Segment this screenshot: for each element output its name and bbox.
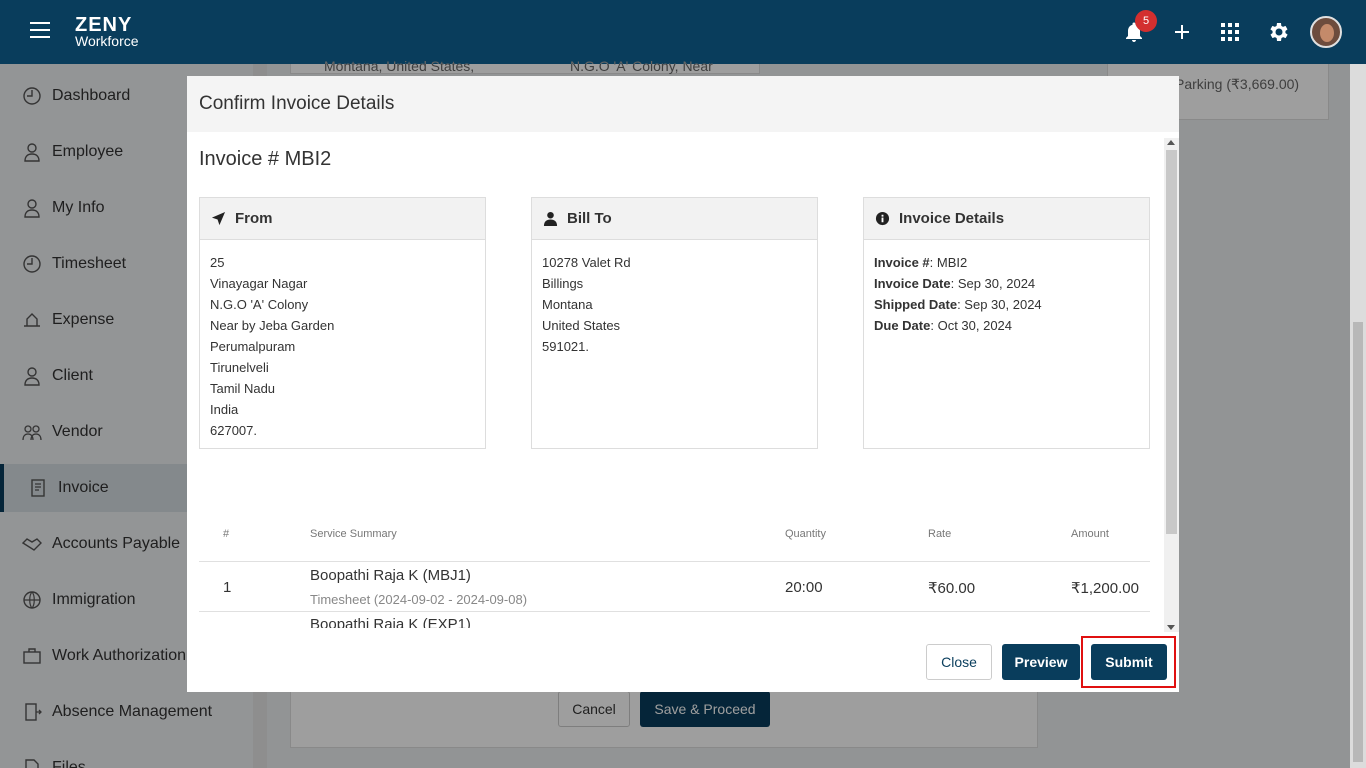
dialog-body: Invoice # MBI2 From 25 Vinayagar Nagar N…	[187, 132, 1179, 628]
address-line: Tirunelveli	[210, 360, 269, 375]
detail-value: : Sep 30, 2024	[950, 276, 1036, 291]
top-app-bar: ZENY Workforce 5	[0, 0, 1366, 64]
dialog-title: Confirm Invoice Details	[199, 93, 395, 114]
row-number: 1	[223, 579, 232, 596]
detail-label: Invoice Date	[874, 276, 951, 291]
invoice-details-list: Invoice #: MBI2 Invoice Date: Sep 30, 20…	[864, 240, 1149, 336]
scrollbar-thumb[interactable]	[1166, 150, 1177, 534]
dialog-scrollbar[interactable]	[1164, 138, 1179, 632]
address-line: Montana	[542, 297, 593, 312]
table-divider	[199, 611, 1150, 612]
address-line: Vinayagar Nagar	[210, 276, 308, 291]
close-button[interactable]: Close	[926, 644, 992, 680]
address-line: Tamil Nadu	[210, 381, 276, 396]
detail-label: Due Date	[874, 318, 931, 333]
row-amount: ₹1,200.00	[1071, 580, 1139, 597]
logo-subtext: Workforce	[75, 33, 139, 49]
from-card-title: From	[235, 210, 273, 227]
app-logo[interactable]: ZENY Workforce	[75, 14, 139, 49]
bill-to-card-header: Bill To	[532, 198, 817, 240]
invoice-detail-row: Invoice Date: Sep 30, 2024	[874, 273, 1139, 294]
bill-to-address: 10278 Valet Rd Billings Montana United S…	[532, 240, 817, 357]
notification-badge: 5	[1135, 10, 1157, 32]
scroll-up-icon[interactable]	[1167, 140, 1175, 145]
invoice-details-card: Invoice Details Invoice #: MBI2 Invoice …	[863, 197, 1150, 449]
detail-value: : Oct 30, 2024	[930, 318, 1013, 333]
from-address: 25 Vinayagar Nagar N.G.O 'A' Colony Near…	[200, 240, 485, 441]
detail-value: : MBI2	[929, 255, 968, 270]
logo-text: ZENY	[75, 14, 133, 36]
invoice-detail-row: Invoice #: MBI2	[874, 252, 1139, 273]
detail-value: : Sep 30, 2024	[957, 297, 1042, 312]
row-service-name: Boopathi Raja K (EXP1)	[310, 616, 471, 628]
row-service-detail: Timesheet (2024-09-02 - 2024-09-08)	[310, 592, 528, 607]
apps-grid-icon[interactable]	[1218, 20, 1242, 44]
page-scrollbar[interactable]	[1350, 64, 1366, 768]
detail-label: Invoice #	[874, 255, 930, 270]
address-line: Near by Jeba Garden	[210, 318, 335, 333]
from-card: From 25 Vinayagar Nagar N.G.O 'A' Colony…	[199, 197, 486, 449]
bill-to-card-title: Bill To	[567, 210, 612, 227]
invoice-heading: Invoice # MBI2	[199, 148, 332, 170]
row-service-name: Boopathi Raja K (MBJ1)	[310, 567, 471, 584]
address-line: United States	[542, 318, 621, 333]
address-line: 627007.	[210, 423, 257, 438]
address-line: Billings	[542, 276, 584, 291]
submit-button[interactable]: Submit	[1091, 644, 1167, 680]
table-divider	[199, 561, 1150, 562]
detail-label: Shipped Date	[874, 297, 958, 312]
scroll-down-icon[interactable]	[1167, 625, 1175, 630]
column-header-rate: Rate	[928, 528, 952, 540]
address-line: N.G.O 'A' Colony	[210, 297, 309, 312]
info-icon	[875, 211, 890, 226]
address-line: India	[210, 402, 239, 417]
address-line: 25	[210, 255, 225, 270]
column-header-quantity: Quantity	[785, 528, 826, 540]
confirm-invoice-dialog: Confirm Invoice Details Invoice # MBI2 F…	[187, 76, 1179, 692]
dialog-header: Confirm Invoice Details	[187, 76, 1179, 132]
invoice-details-card-title: Invoice Details	[899, 210, 1005, 227]
user-icon	[543, 211, 558, 226]
row-rate: ₹60.00	[928, 580, 976, 597]
send-arrow-icon	[211, 211, 226, 226]
invoice-details-card-header: Invoice Details	[864, 198, 1149, 240]
invoice-detail-row: Due Date: Oct 30, 2024	[874, 315, 1139, 336]
column-header-amount: Amount	[1071, 528, 1109, 540]
address-line: 591021.	[542, 339, 589, 354]
from-card-header: From	[200, 198, 485, 240]
invoice-detail-row: Shipped Date: Sep 30, 2024	[874, 294, 1139, 315]
address-line: Perumalpuram	[210, 339, 296, 354]
column-header-service-summary: Service Summary	[310, 528, 397, 540]
preview-button[interactable]: Preview	[1002, 644, 1080, 680]
column-header-number: #	[223, 528, 230, 540]
row-quantity: 20:00	[785, 579, 823, 596]
bill-to-card: Bill To 10278 Valet Rd Billings Montana …	[531, 197, 818, 449]
plus-icon[interactable]	[1170, 20, 1194, 44]
menu-icon[interactable]	[30, 22, 50, 42]
gear-icon[interactable]	[1266, 20, 1290, 44]
address-line: 10278 Valet Rd	[542, 255, 631, 270]
user-avatar[interactable]	[1310, 16, 1342, 48]
